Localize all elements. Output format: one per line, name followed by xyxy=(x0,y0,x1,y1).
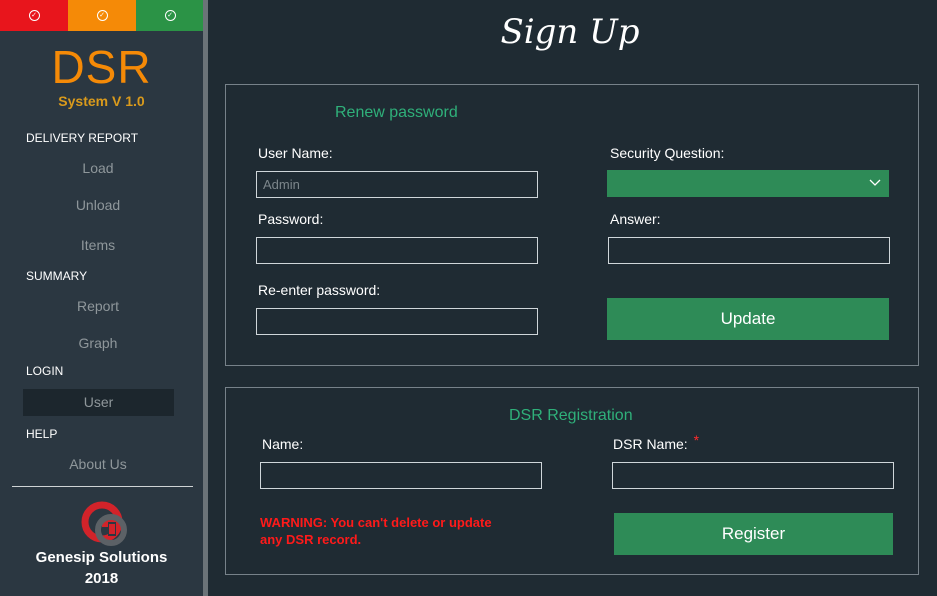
company-year: 2018 xyxy=(84,570,119,587)
password-field[interactable] xyxy=(256,237,538,264)
reenter-password-field[interactable] xyxy=(256,308,538,335)
close-button[interactable]: ✓ xyxy=(0,0,68,31)
answer-field[interactable] xyxy=(608,237,890,264)
register-button[interactable]: Register xyxy=(614,513,893,555)
minimize-button[interactable]: ✓ xyxy=(68,0,136,31)
name-field[interactable] xyxy=(260,462,542,489)
sidebar-item-report[interactable]: Report xyxy=(0,298,196,314)
dsr-name-field[interactable] xyxy=(612,462,894,489)
username-label: User Name: xyxy=(258,145,333,161)
dsr-name-label-text: DSR Name: xyxy=(613,436,688,452)
section-login: LOGIN xyxy=(26,364,64,378)
dsr-name-label: DSR Name: * xyxy=(613,432,699,452)
warning-line-1: WARNING: You can't delete or update xyxy=(260,515,492,530)
sidebar-divider xyxy=(12,486,193,487)
genesip-logo-icon xyxy=(81,501,127,546)
section-summary: SUMMARY xyxy=(26,269,88,283)
warning-line-2: any DSR record. xyxy=(260,532,362,547)
renew-password-title: Renew password xyxy=(335,104,458,121)
required-marker: * xyxy=(693,432,700,448)
section-delivery-report: DELIVERY REPORT xyxy=(26,131,139,145)
security-question-select[interactable] xyxy=(607,170,889,197)
update-button[interactable]: Update xyxy=(607,298,889,340)
maximize-icon: ✓ xyxy=(164,10,176,21)
app-logo: DSR xyxy=(51,41,152,93)
name-label: Name: xyxy=(262,436,304,452)
minimize-icon: ✓ xyxy=(96,10,108,21)
app-version: System V 1.0 xyxy=(58,93,145,109)
sidebar-item-items[interactable]: Items xyxy=(0,237,196,253)
username-field[interactable]: Admin xyxy=(256,171,538,198)
dsr-registration-title: DSR Registration xyxy=(509,407,633,424)
password-label: Password: xyxy=(258,211,324,227)
section-help: HELP xyxy=(26,427,58,441)
answer-label: Answer: xyxy=(610,211,661,227)
warning-message: WARNING: You can't delete or update any … xyxy=(260,514,492,548)
reenter-password-label: Re-enter password: xyxy=(258,282,381,298)
sidebar-item-about-us[interactable]: About Us xyxy=(0,456,196,472)
sidebar-item-load[interactable]: Load xyxy=(0,160,196,176)
sidebar-scrollbar[interactable] xyxy=(203,0,208,596)
maximize-button[interactable]: ✓ xyxy=(136,0,204,31)
page-title: Sign Up xyxy=(500,12,640,52)
sidebar-item-graph[interactable]: Graph xyxy=(0,335,196,351)
company-name: Genesip Solutions xyxy=(35,549,168,566)
close-icon: ✓ xyxy=(28,10,40,21)
sidebar-item-unload[interactable]: Unload xyxy=(0,197,196,213)
sidebar-item-user[interactable]: User xyxy=(23,389,174,416)
sidebar: ✓ ✓ ✓ DSR System V 1.0 DELIVERY REPORT L… xyxy=(0,0,204,596)
chevron-down-icon xyxy=(869,179,881,186)
security-question-label: Security Question: xyxy=(610,145,725,161)
